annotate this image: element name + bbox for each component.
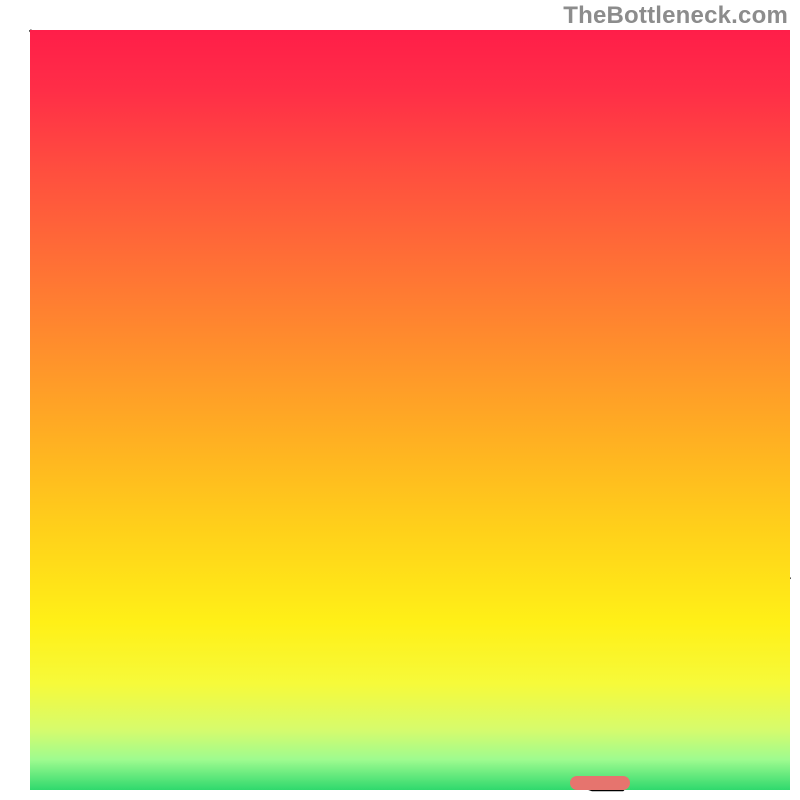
watermark-text: TheBottleneck.com xyxy=(563,2,788,30)
optimum-marker xyxy=(570,776,631,790)
chart-canvas: TheBottleneck.com xyxy=(0,0,800,800)
chart-gradient-background xyxy=(30,30,790,790)
